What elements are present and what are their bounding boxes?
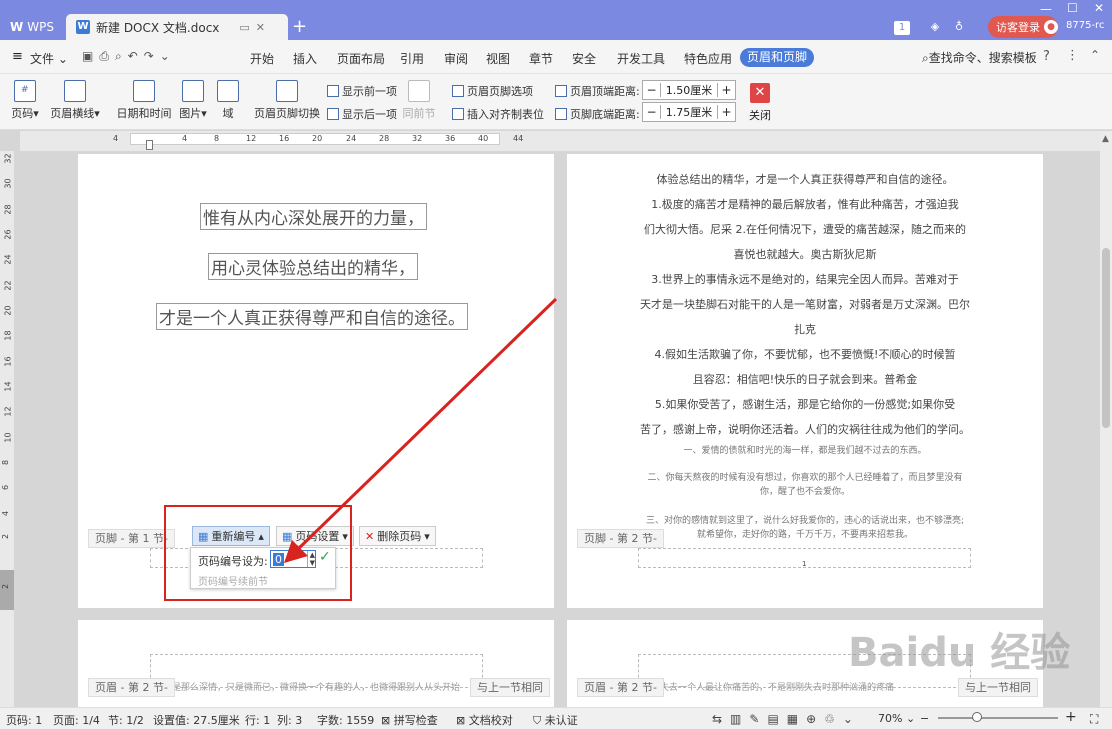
proofread-button[interactable]: ⊠ 文档校对 bbox=[456, 712, 513, 728]
spell-check-icon: ⊠ bbox=[381, 714, 391, 727]
status-section[interactable]: 节: 1/2 bbox=[108, 712, 144, 728]
view-mode-icons[interactable]: ⇆▥✎▤▦⊕♲⌄ bbox=[712, 712, 861, 726]
status-setting[interactable]: 设置值: 27.5厘米 bbox=[153, 712, 240, 728]
zoom-level[interactable]: 70% ⌄ bbox=[878, 712, 915, 725]
proofread-icon: ⊠ bbox=[456, 714, 466, 727]
zoom-in-icon[interactable]: + bbox=[1065, 709, 1077, 725]
zoom-slider-thumb[interactable] bbox=[972, 712, 982, 722]
spell-check-button[interactable]: ⊠ 拼写检查 bbox=[381, 712, 438, 728]
baidu-watermark: Baidu 经验 bbox=[848, 630, 1071, 676]
shield-icon: ⛉ bbox=[533, 714, 542, 727]
status-pages[interactable]: 页面: 1/4 bbox=[53, 712, 100, 728]
zoom-out-icon[interactable]: − bbox=[920, 712, 929, 725]
status-page[interactable]: 页码: 1 bbox=[6, 712, 42, 728]
status-word-count[interactable]: 字数: 1559 bbox=[317, 712, 374, 728]
status-row[interactable]: 行: 1 bbox=[245, 712, 270, 728]
certification-status[interactable]: ⛉ 未认证 bbox=[533, 712, 578, 728]
status-col[interactable]: 列: 3 bbox=[277, 712, 302, 728]
fullscreen-icon[interactable]: ⛶ bbox=[1090, 712, 1098, 727]
zoom-slider-track[interactable] bbox=[938, 717, 1058, 719]
